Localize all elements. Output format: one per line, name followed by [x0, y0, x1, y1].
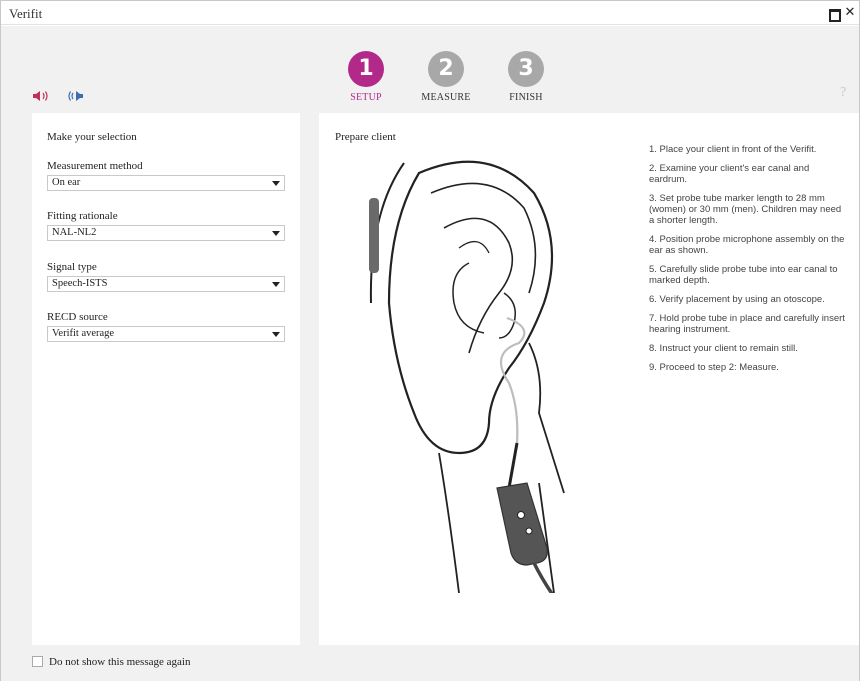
- step-label: FINISH: [509, 92, 543, 103]
- select-value: Verifit average: [52, 328, 115, 339]
- step-label: SETUP: [350, 92, 382, 103]
- dropdown-arrow-icon: [272, 332, 280, 337]
- measurement-method-label: Measurement method: [47, 160, 143, 172]
- restore-icon[interactable]: [827, 6, 841, 22]
- help-icon[interactable]: ?: [840, 85, 846, 101]
- do-not-show-label[interactable]: Do not show this message again: [49, 656, 190, 668]
- prepare-client-panel: Prepare client 1. Place your client in f…: [319, 113, 859, 645]
- selection-heading: Make your selection: [47, 131, 137, 143]
- instruction-item: 3. Set probe tube marker length to 28 mm…: [649, 193, 842, 226]
- step-number-badge: 1: [348, 51, 384, 87]
- dropdown-arrow-icon: [272, 282, 280, 287]
- instruction-item: 5. Carefully slide probe tube into ear c…: [649, 264, 838, 286]
- step-measure[interactable]: 2 MEASURE: [406, 51, 486, 103]
- instruction-item: 1. Place your client in front of the Ver…: [649, 144, 817, 155]
- fitting-rationale-select[interactable]: NAL-NL2: [47, 225, 285, 241]
- instruction-item: 4. Position probe microphone assembly on…: [649, 234, 845, 256]
- prepare-client-instructions: 1. Place your client in front of the Ver…: [649, 144, 849, 381]
- dropdown-arrow-icon: [272, 231, 280, 236]
- recd-source-label: RECD source: [47, 311, 108, 323]
- fitting-rationale-label: Fitting rationale: [47, 210, 118, 222]
- signal-type-label: Signal type: [47, 261, 97, 273]
- step-number-badge: 3: [508, 51, 544, 87]
- speaker-left-red-icon[interactable]: [32, 90, 50, 102]
- title-bar: Verifit ✕: [1, 1, 859, 25]
- recd-source-select[interactable]: Verifit average: [47, 326, 285, 342]
- instruction-item: 6. Verify placement by using an otoscope…: [649, 294, 825, 305]
- step-number-badge: 2: [428, 51, 464, 87]
- dropdown-arrow-icon: [272, 181, 280, 186]
- selection-panel: Make your selection Measurement method O…: [32, 113, 300, 645]
- ear-with-probe-tube-illustration: [369, 160, 565, 593]
- signal-type-select[interactable]: Speech-ISTS: [47, 276, 285, 292]
- instruction-item: 2. Examine your client's ear canal and e…: [649, 163, 810, 185]
- select-value: Speech-ISTS: [52, 278, 108, 289]
- step-setup[interactable]: 1 SETUP: [326, 51, 406, 103]
- select-value: NAL-NL2: [52, 227, 97, 238]
- instruction-item: 8. Instruct your client to remain still.: [649, 343, 798, 354]
- select-value: On ear: [52, 177, 81, 188]
- speaker-right-blue-icon[interactable]: [66, 90, 84, 102]
- instruction-item: 7. Hold probe tube in place and carefull…: [649, 313, 845, 335]
- do-not-show-checkbox[interactable]: [32, 656, 43, 667]
- instruction-item: 9. Proceed to step 2: Measure.: [649, 362, 779, 373]
- window-title: Verifit: [9, 6, 43, 21]
- step-label: MEASURE: [421, 92, 471, 103]
- close-icon[interactable]: ✕: [843, 6, 857, 20]
- measurement-method-select[interactable]: On ear: [47, 175, 285, 191]
- prepare-client-title: Prepare client: [335, 131, 396, 143]
- verifit-window: Verifit ✕ 1 SETUP 2 MEASURE 3 FINISH ? M…: [0, 0, 860, 681]
- step-finish[interactable]: 3 FINISH: [486, 51, 566, 103]
